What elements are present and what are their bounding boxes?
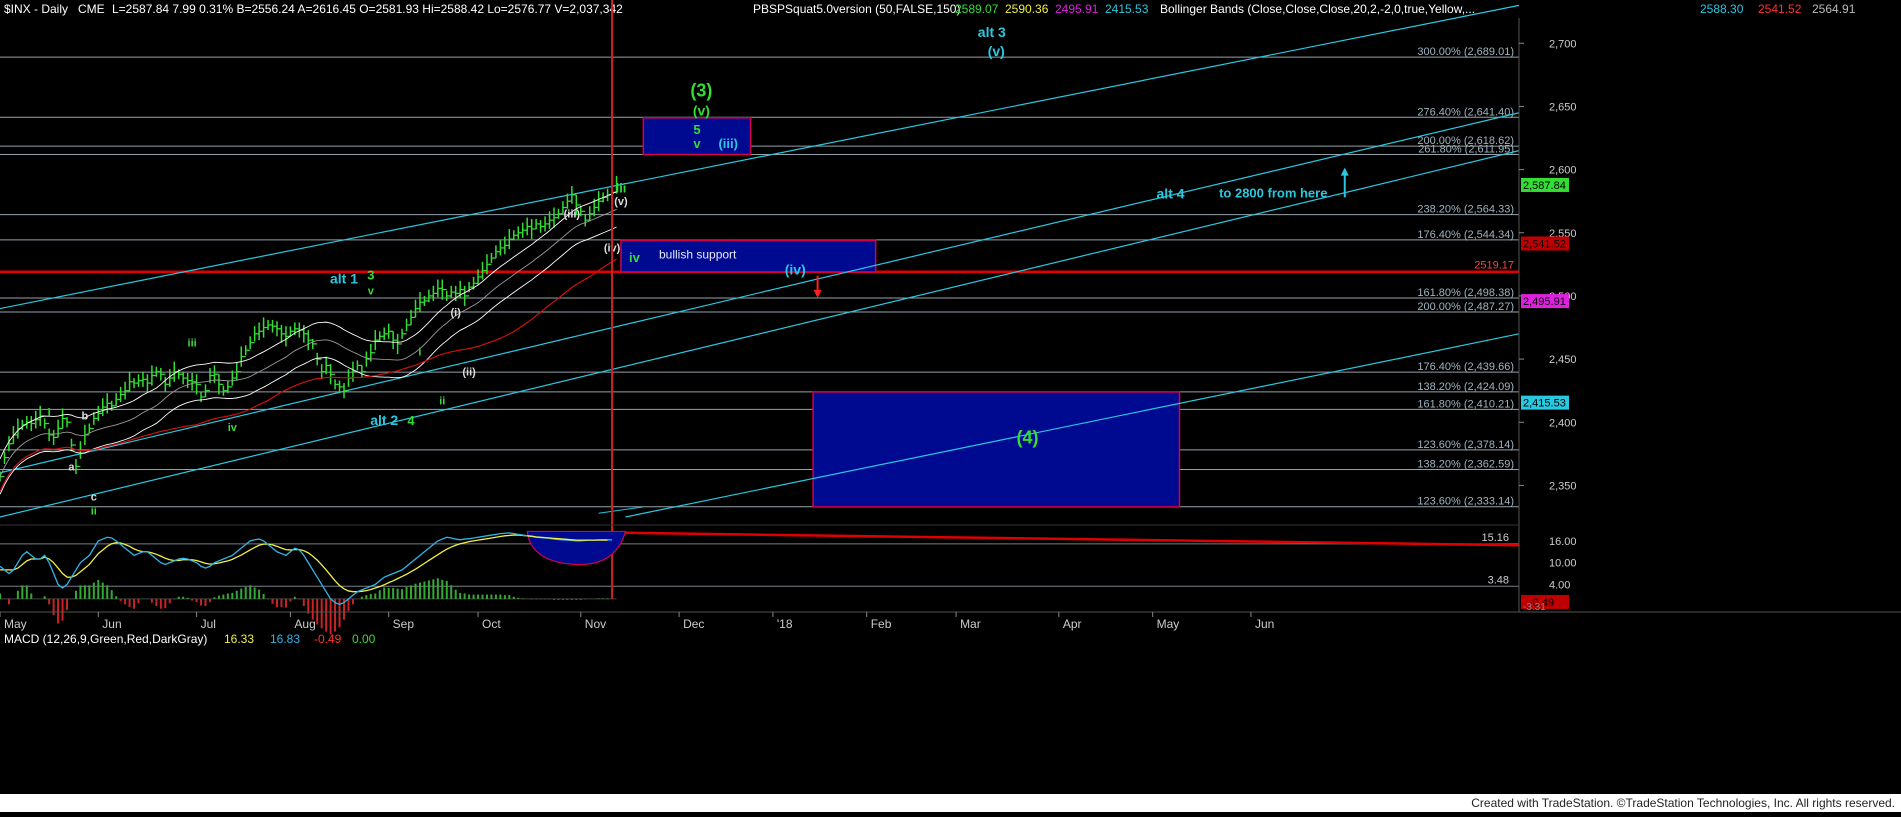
x-tick-label: Mar [960, 617, 981, 631]
wave-label: alt 2 [370, 412, 398, 428]
wave-label: (iv) [785, 261, 806, 277]
study1-label: PBSPSquat5.0version (50,FALSE,150) [753, 2, 960, 16]
wave-label: a [68, 461, 75, 473]
macd-y-tick-label: 16.00 [1549, 536, 1577, 548]
wave-label: v [693, 136, 701, 151]
fib-label: 123.60% (2,378.14) [1417, 439, 1514, 451]
study2-value-2: 2541.52 [1758, 2, 1802, 16]
study2-value-3: 2564.91 [1812, 2, 1856, 16]
x-tick-label: Oct [482, 617, 501, 631]
x-tick-label: May [1157, 617, 1180, 631]
x-tick-label: Sep [393, 617, 415, 631]
wave-label: 4 [407, 413, 415, 428]
red-level-label: 2519.17 [1474, 260, 1514, 272]
wave-label: (v) [693, 102, 710, 118]
macd-title: MACD (12,26,9,Green,Red,DarkGray) [4, 632, 207, 646]
fib-label: 123.60% (2,333.14) [1417, 496, 1514, 508]
macd-value-2: 16.83 [270, 632, 300, 646]
x-tick-label: Nov [585, 617, 606, 631]
wave-label: b [82, 411, 89, 423]
symbol-label: $INX - Daily [4, 2, 68, 16]
footer-credit: Created with TradeStation. ©TradeStation… [1471, 796, 1895, 810]
wave-label: (i) [451, 307, 462, 319]
study2-value-1: 2588.30 [1700, 2, 1744, 16]
x-tick-label: Jul [201, 617, 216, 631]
x-tick-label: Jun [1255, 617, 1274, 631]
macd-value-3: -0.49 [314, 632, 342, 646]
fib-label: 161.80% (2,410.21) [1417, 398, 1514, 410]
price-chart[interactable]: $INX - Daily CME L=2587.84 7.99 0.31% B=… [0, 0, 1901, 812]
wave-label: (iii) [718, 136, 738, 151]
x-tick-label: May [4, 617, 27, 631]
x-tick-label: Feb [871, 617, 892, 631]
fib-label: 300.00% (2,689.01) [1417, 46, 1514, 58]
fib-label: 161.80% (2,498.38) [1417, 287, 1514, 299]
fib-label: 176.40% (2,544.34) [1417, 229, 1514, 241]
macd-value-4: 0.00 [352, 632, 376, 646]
study1-value-4: 2415.53 [1105, 2, 1149, 16]
fib-label: 138.20% (2,362.59) [1417, 459, 1514, 471]
fib-label: 261.80% (2,611.95) [1418, 143, 1514, 155]
wave-label: 3 [367, 268, 374, 283]
wave-label: iii [616, 180, 627, 195]
wave-label: iv [228, 422, 238, 434]
price-y-tick-label: 2,350 [1549, 480, 1577, 492]
wave-label: iii [188, 337, 197, 349]
macd-bottom-tag: -3.31 [1523, 602, 1546, 613]
wave-label: v [368, 286, 375, 298]
bullish-support-box-label: bullish support [659, 247, 737, 261]
price-y-tick-label: 2,700 [1549, 38, 1577, 50]
macd-level-label: 15.16 [1481, 532, 1509, 544]
macd-y-tick-label: 4.00 [1549, 579, 1570, 591]
fib-label: 238.20% (2,564.33) [1417, 204, 1514, 216]
wave-label: alt 4 [1157, 186, 1185, 202]
quote-readout: L=2587.84 7.99 0.31% B=2556.24 A=2616.45… [112, 2, 623, 16]
fib-label: 176.40% (2,439.66) [1417, 361, 1514, 373]
price-tag-label: 2,415.53 [1523, 398, 1566, 410]
wave-label: (iii) [564, 209, 581, 221]
wave-label: alt 3 [978, 24, 1006, 40]
macd-y-tick-label: 10.00 [1549, 558, 1577, 570]
fib-label: 138.20% (2,424.09) [1417, 381, 1514, 393]
wave-label: (3) [690, 80, 712, 100]
x-tick-label: '18 [777, 617, 793, 631]
price-y-tick-label: 2,650 [1549, 101, 1577, 113]
wave-label: (ii) [462, 367, 476, 379]
macd-level-label: 3.48 [1488, 574, 1509, 586]
price-tag-label: 2,587.84 [1523, 180, 1566, 192]
wave-label: (v) [614, 196, 628, 208]
wave-label: ii [91, 505, 97, 517]
study1-value-3: 2495.91 [1055, 2, 1099, 16]
x-tick-label: Aug [294, 617, 315, 631]
fib-label: 276.40% (2,641.40) [1417, 106, 1514, 118]
footer-bar: Created with TradeStation. ©TradeStation… [0, 794, 1901, 812]
wave-label: to 2800 from here [1219, 185, 1327, 200]
wave-label: i [418, 346, 421, 358]
price-tag-label: 2,495.91 [1523, 296, 1566, 308]
wave-label: c [91, 492, 97, 504]
price-y-tick-label: 2,600 [1549, 165, 1577, 177]
wave-label: (4) [1017, 428, 1039, 448]
wave-4-box [812, 391, 1181, 508]
study1-value-2: 2590.36 [1005, 2, 1049, 16]
wave-label: iv [629, 250, 641, 265]
price-y-tick-label: 2,450 [1549, 354, 1577, 366]
x-tick-label: Dec [683, 617, 704, 631]
macd-value-1: 16.33 [224, 632, 254, 646]
price-y-tick-label: 2,400 [1549, 417, 1577, 429]
wave-label: 5 [693, 122, 700, 137]
wave-label: alt 1 [330, 270, 358, 286]
fib-label: 200.00% (2,487.27) [1417, 301, 1514, 313]
x-tick-label: Jun [102, 617, 121, 631]
wave-label: i [48, 407, 51, 419]
exchange-label: CME [78, 2, 105, 16]
study1-value-1: 2589.07 [955, 2, 999, 16]
x-tick-label: Apr [1063, 617, 1082, 631]
wave-label: (v) [988, 43, 1005, 59]
price-tag-label: 2,541.52 [1523, 238, 1566, 250]
wave-label: ii [439, 396, 445, 408]
study2-label: Bollinger Bands (Close,Close,Close,20,2,… [1160, 2, 1475, 16]
